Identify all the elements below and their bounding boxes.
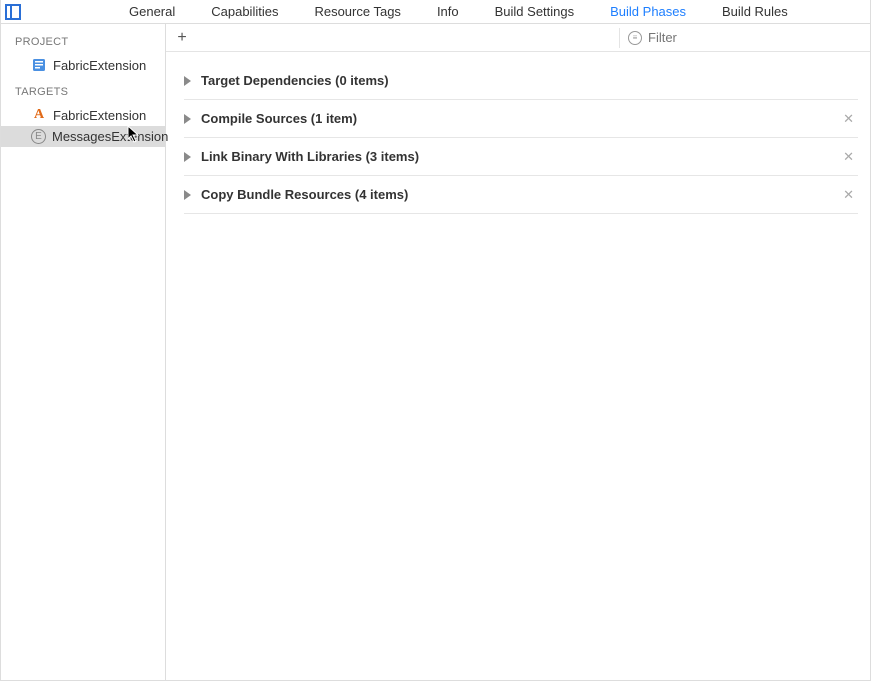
- app-icon: A: [31, 107, 47, 123]
- phase-compile-sources[interactable]: Compile Sources (1 item) ✕: [184, 100, 858, 138]
- filter-input[interactable]: [648, 30, 864, 45]
- main-content: + ≡ Target Dependencies (0 items) Compil…: [166, 24, 870, 680]
- tab-resource-tags[interactable]: Resource Tags: [296, 0, 418, 23]
- extension-icon: E: [31, 129, 46, 144]
- tab-build-phases[interactable]: Build Phases: [592, 0, 704, 23]
- sidebar-target-label: MessagesExtension: [52, 129, 168, 144]
- phase-title: Target Dependencies (0 items): [201, 73, 858, 88]
- tabs-row: General Capabilities Resource Tags Info …: [111, 0, 806, 23]
- sidebar-target-messagesextension[interactable]: E MessagesExtension: [1, 126, 165, 147]
- panel-toggle-icon[interactable]: [5, 4, 21, 20]
- phase-title: Compile Sources (1 item): [201, 111, 839, 126]
- filter-field-wrap: ≡: [619, 28, 864, 48]
- tab-capabilities[interactable]: Capabilities: [193, 0, 296, 23]
- sidebar-target-fabricextension[interactable]: A FabricExtension: [1, 104, 165, 126]
- phase-title: Copy Bundle Resources (4 items): [201, 187, 839, 202]
- phase-title: Link Binary With Libraries (3 items): [201, 149, 839, 164]
- remove-phase-button[interactable]: ✕: [839, 111, 858, 127]
- sidebar-section-targets: TARGETS: [1, 82, 165, 104]
- filter-icon: ≡: [628, 31, 642, 45]
- phase-target-dependencies[interactable]: Target Dependencies (0 items): [184, 62, 858, 100]
- phases-toolbar: + ≡: [166, 24, 870, 52]
- build-phases-list: Target Dependencies (0 items) Compile So…: [166, 52, 870, 214]
- disclosure-triangle-icon[interactable]: [184, 114, 191, 124]
- tab-build-settings[interactable]: Build Settings: [477, 0, 593, 23]
- sidebar-project-label: FabricExtension: [53, 58, 146, 73]
- disclosure-triangle-icon[interactable]: [184, 190, 191, 200]
- tab-info[interactable]: Info: [419, 0, 477, 23]
- disclosure-triangle-icon[interactable]: [184, 152, 191, 162]
- sidebar-section-project: PROJECT: [1, 32, 165, 54]
- sidebar-project-item[interactable]: FabricExtension: [1, 54, 165, 76]
- tab-build-rules[interactable]: Build Rules: [704, 0, 806, 23]
- add-phase-button[interactable]: +: [172, 29, 192, 47]
- targets-sidebar: PROJECT FabricExtension TARGETS A Fabric…: [1, 24, 166, 680]
- remove-phase-button[interactable]: ✕: [839, 149, 858, 165]
- phase-copy-bundle[interactable]: Copy Bundle Resources (4 items) ✕: [184, 176, 858, 214]
- disclosure-triangle-icon[interactable]: [184, 76, 191, 86]
- sidebar-target-label: FabricExtension: [53, 108, 146, 123]
- remove-phase-button[interactable]: ✕: [839, 187, 858, 203]
- editor-tabbar: General Capabilities Resource Tags Info …: [1, 0, 870, 24]
- project-icon: [31, 57, 47, 73]
- phase-link-binary[interactable]: Link Binary With Libraries (3 items) ✕: [184, 138, 858, 176]
- tab-general[interactable]: General: [111, 0, 193, 23]
